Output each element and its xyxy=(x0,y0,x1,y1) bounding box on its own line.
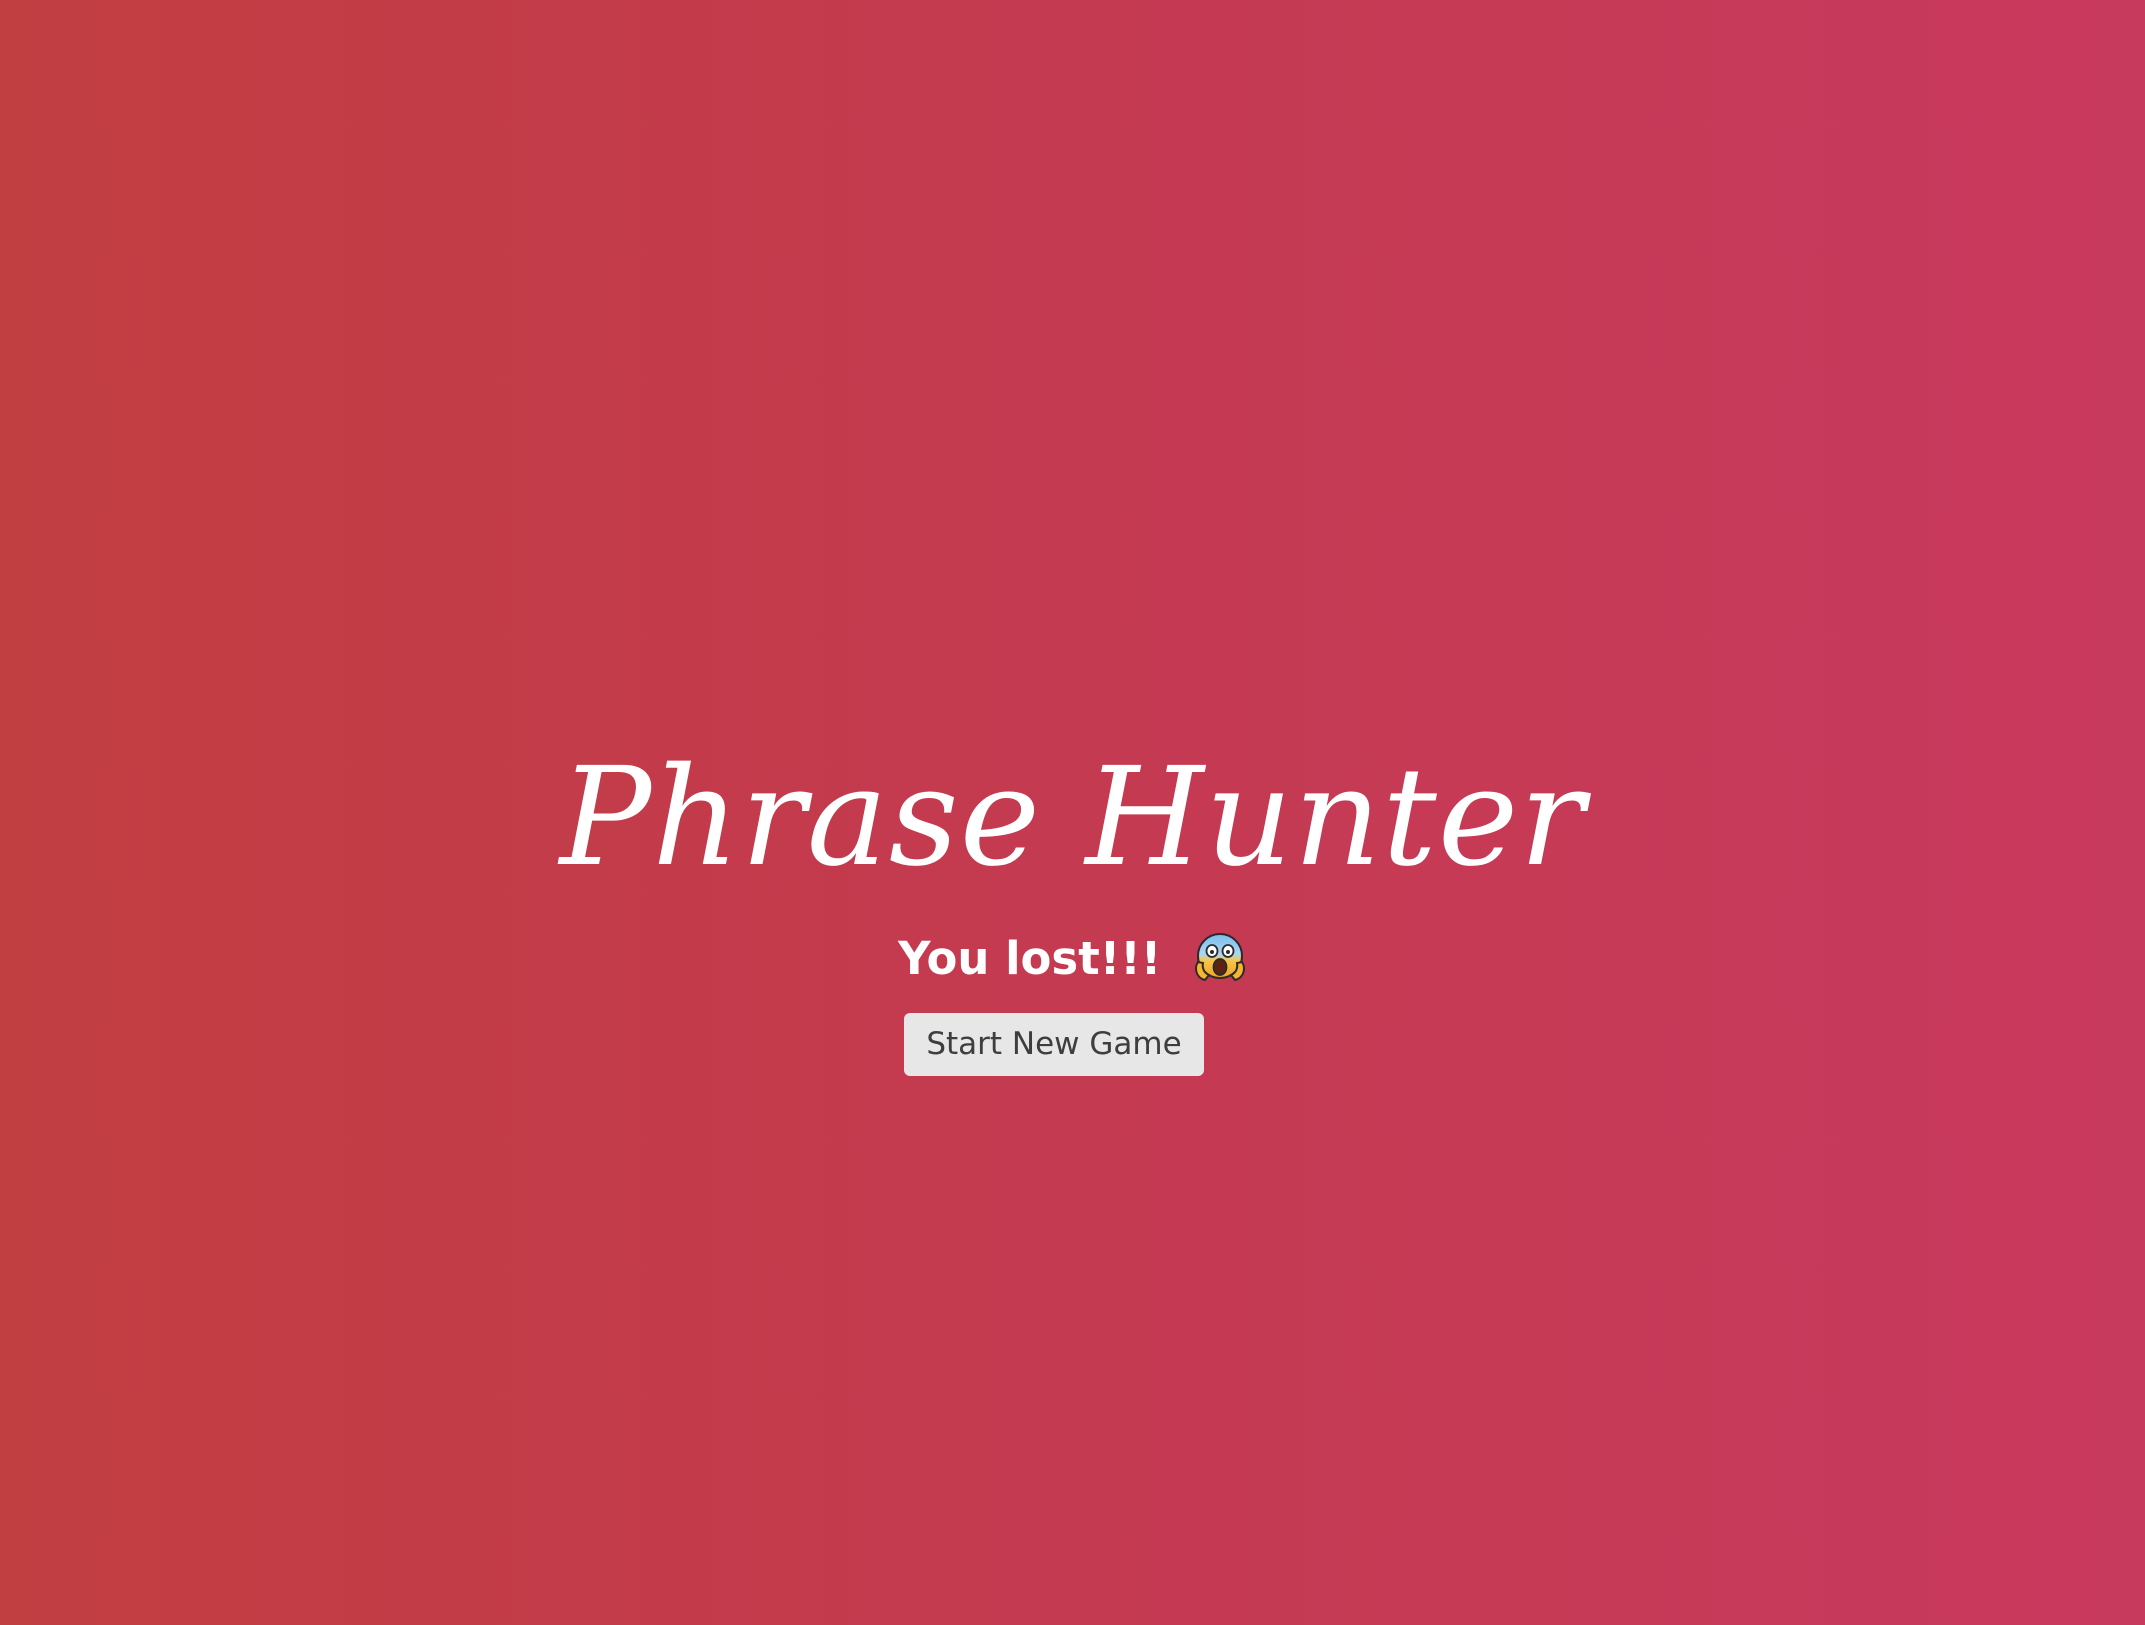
start-new-game-button[interactable]: Start New Game xyxy=(904,1013,1204,1076)
game-title: Phrase Hunter xyxy=(559,739,1586,897)
scared-face-icon xyxy=(1193,928,1247,984)
result-text: You lost!!! xyxy=(898,932,1162,985)
game-result-message: You lost!!! xyxy=(0,920,2145,995)
game-overlay: Phrase Hunter You lost!!! Start New Game xyxy=(0,0,2145,1625)
